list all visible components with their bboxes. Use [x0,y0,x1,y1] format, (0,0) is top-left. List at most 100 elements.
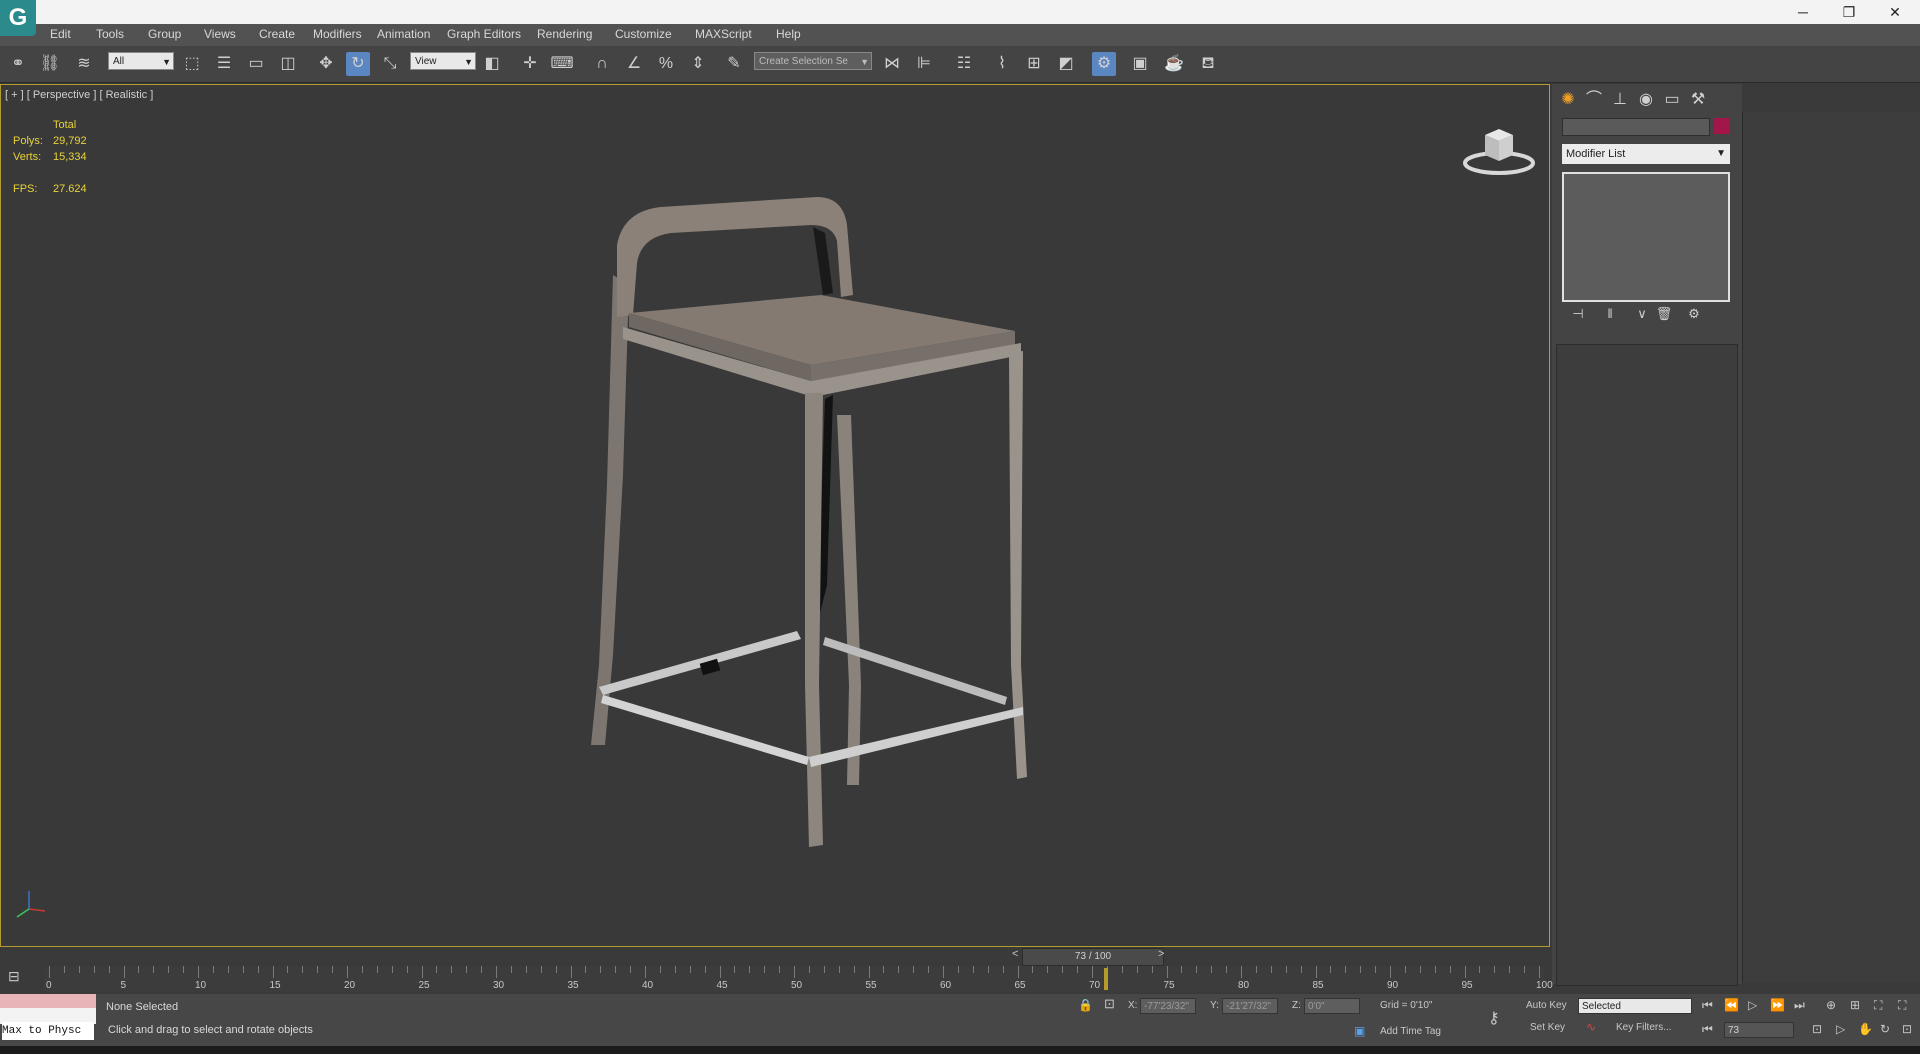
angle-snap-icon[interactable]: ∠ [622,52,646,76]
menu-tools[interactable]: Tools [96,27,124,41]
show-end-result-icon[interactable]: ‖ [1598,302,1622,326]
viewport-label[interactable]: [ + ] [ Perspective ] [ Realistic ] [5,89,153,101]
render-setup-icon[interactable]: ⚙ [1092,52,1116,76]
named-selection-dropdown[interactable]: Create Selection Se ▼ [754,52,872,70]
zoom-extents-all-icon[interactable]: ⛶ [1898,998,1906,1013]
bind-space-warp-icon[interactable]: ≋ [72,52,96,76]
unlink-icon[interactable]: ⛓ [38,52,62,76]
render-iterative-icon[interactable]: ⛾ [1196,52,1220,76]
absolute-mode-icon[interactable]: ⊡ [1104,996,1115,1012]
configure-modifier-sets-icon[interactable]: ⚙ [1682,302,1706,326]
field-of-view-icon[interactable]: ▷ [1836,1022,1845,1036]
percent-snap-icon[interactable]: % [654,52,678,76]
modify-tab-icon[interactable]: ⌒ [1582,88,1606,112]
maximize-viewport-icon[interactable]: ⊡ [1902,1022,1912,1036]
align-icon[interactable]: ⊫ [912,52,936,76]
material-editor-icon[interactable]: ◩ [1054,52,1078,76]
menu-animation[interactable]: Animation [377,27,430,41]
menu-modifiers[interactable]: Modifiers [313,27,362,41]
x-coordinate-field[interactable]: -77'23/32" [1140,998,1196,1014]
go-to-start-icon[interactable]: ⏮ [1702,998,1713,1013]
pan-view-icon[interactable]: ✋ [1858,1022,1873,1036]
maxscript-listener-output[interactable] [0,994,96,1008]
viewcube-icon[interactable] [1461,119,1537,179]
make-unique-icon[interactable]: ∨ [1630,302,1654,326]
key-icon[interactable]: ⚷ [1488,1008,1500,1028]
bar-stool-model[interactable] [561,185,1041,925]
layer-explorer-icon[interactable]: ☷ [952,52,976,76]
current-frame-marker[interactable] [1104,968,1108,990]
edit-named-selection-icon[interactable]: ✎ [722,52,746,76]
set-key-button[interactable]: Set Key [1530,1022,1565,1033]
schematic-view-icon[interactable]: ⊞ [1022,52,1046,76]
display-tab-icon[interactable]: ▭ [1660,88,1684,112]
move-icon[interactable]: ✥ [314,52,338,76]
previous-frame-icon[interactable]: ⏪ [1724,998,1739,1012]
timeline-track[interactable]: 0 5 10 15 20 25 30 35 40 45 50 55 60 65 70 75 80 85 90 95 10… [44,966,1553,992]
pin-stack-icon[interactable]: ⊣ [1566,302,1590,326]
curve-editor-icon[interactable]: ⌇ [990,52,1014,76]
menu-maxscript[interactable]: MAXScript [695,27,752,41]
hierarchy-tab-icon[interactable]: ⊥ [1608,88,1632,112]
auto-key-button[interactable]: Auto Key [1526,1000,1567,1011]
set-key-curve-icon[interactable]: ∿ [1586,1020,1596,1034]
menu-graph-editors[interactable]: Graph Editors [447,27,521,41]
utilities-tab-icon[interactable]: ⚒ [1686,88,1710,112]
render-production-icon[interactable]: ☕ [1162,52,1186,76]
menu-views[interactable]: Views [204,27,236,41]
link-icon[interactable]: ⚭ [6,52,30,76]
key-mode-dropdown[interactable]: Selected [1578,998,1692,1014]
reference-coord-dropdown[interactable]: View ▼ [410,52,476,70]
play-icon[interactable]: ▷ [1748,998,1757,1012]
selection-filter-dropdown[interactable]: All ▼ [108,52,174,70]
spinner-snap-icon[interactable]: ⇕ [686,52,710,76]
time-tag-icon[interactable]: ▣ [1354,1024,1365,1038]
close-button[interactable]: ✕ [1872,0,1918,24]
select-by-name-icon[interactable]: ☰ [212,52,236,76]
time-slider-prev[interactable]: < [1012,948,1018,960]
maxscript-input[interactable]: Max to Physc [2,1022,94,1040]
remove-modifier-icon[interactable]: 🗑 [1652,302,1676,326]
window-crossing-icon[interactable]: ◫ [276,52,300,76]
select-object-icon[interactable]: ⬚ [180,52,204,76]
menu-create[interactable]: Create [259,27,295,41]
time-slider-next[interactable]: > [1158,948,1164,960]
create-tab-icon[interactable]: ✺ [1556,88,1580,112]
z-coordinate-field[interactable]: 0'0" [1304,998,1360,1014]
add-time-tag[interactable]: Add Time Tag [1380,1026,1441,1037]
zoom-all-icon[interactable]: ⊞ [1850,998,1860,1012]
lock-icon[interactable]: 🔒 [1078,998,1093,1012]
mini-curve-editor-icon[interactable]: ⊟ [8,968,20,985]
pivot-center-icon[interactable]: ◧ [480,52,504,76]
y-coordinate-field[interactable]: -21'27/32" [1222,998,1278,1014]
key-mode-toggle-icon[interactable]: ⏮ [1702,1022,1713,1037]
select-manipulate-icon[interactable]: ✛ [518,52,542,76]
keyboard-shortcut-override-icon[interactable]: ⌨ [550,52,574,76]
menu-group[interactable]: Group [148,27,181,41]
next-frame-icon[interactable]: ⏩ [1770,998,1785,1012]
zoom-icon[interactable]: ⊕ [1826,998,1836,1012]
menu-help[interactable]: Help [776,27,801,41]
mirror-icon[interactable]: ⋈ [880,52,904,76]
scale-icon[interactable]: ⤡ [378,52,402,76]
zoom-extents-icon[interactable]: ⛶ [1874,998,1882,1013]
rotate-icon[interactable]: ↻ [346,52,370,76]
menu-edit[interactable]: Edit [50,27,71,41]
motion-tab-icon[interactable]: ◉ [1634,88,1658,112]
key-filters-button[interactable]: Key Filters... [1616,1022,1672,1033]
minimize-button[interactable]: ─ [1780,0,1826,24]
go-to-end-icon[interactable]: ⏭ [1794,998,1805,1013]
rectangle-selection-icon[interactable]: ▭ [244,52,268,76]
modifier-stack[interactable] [1562,172,1730,302]
modifier-list-dropdown[interactable]: Modifier List ▼ [1562,144,1730,164]
perspective-viewport[interactable]: [ + ] [ Perspective ] [ Realistic ] Tota… [0,84,1550,947]
time-configuration-icon[interactable]: ⊡ [1812,1022,1822,1036]
restore-button[interactable]: ❐ [1826,0,1872,24]
snaps-toggle-icon[interactable]: ∩ [590,52,614,76]
orbit-icon[interactable]: ↻ [1880,1022,1890,1036]
object-name-field[interactable] [1562,118,1710,136]
object-color-swatch[interactable] [1714,118,1730,134]
menu-rendering[interactable]: Rendering [537,27,592,41]
rendered-frame-window-icon[interactable]: ▣ [1128,52,1152,76]
menu-customize[interactable]: Customize [615,27,672,41]
